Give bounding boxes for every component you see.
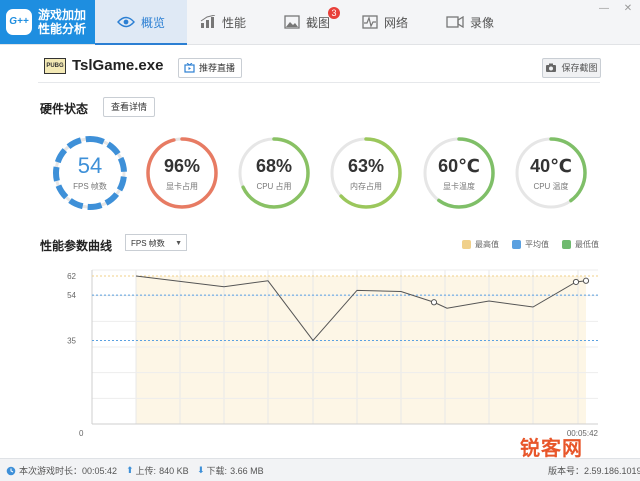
download-label: 下载: xyxy=(206,466,228,476)
play-time-value: 00:05:42 xyxy=(82,465,118,476)
play-time-label: 本次游戏时长： xyxy=(19,466,83,476)
watermark: 锐客网 xyxy=(520,438,583,460)
data-point xyxy=(582,277,590,284)
y-tick-label: 35 xyxy=(67,336,76,345)
y-min-label: 0 xyxy=(79,429,84,438)
upload-arrow-icon: ⬆ xyxy=(126,465,134,475)
y-tick-label: 54 xyxy=(67,291,76,300)
data-point xyxy=(572,278,580,286)
y-tick-label: 62 xyxy=(67,272,76,281)
chart-plot-area xyxy=(136,276,586,424)
status-bar: 本次游戏时长： 00:05:42 ⬆ 上传: 840 KB ⬇ 下载: 3.66… xyxy=(0,458,640,481)
upload-label: 上传: xyxy=(135,466,157,476)
download-arrow-icon: ⬇ xyxy=(197,465,205,475)
version: 版本号： 2.59.186.1019 xyxy=(548,464,640,477)
play-time: 本次游戏时长： 00:05:42 xyxy=(6,464,117,477)
download-stat: ⬇ 下载: 3.66 MB xyxy=(197,464,264,477)
download-value: 3.66 MB xyxy=(230,465,264,476)
version-label: 版本号： xyxy=(548,466,585,476)
version-value: 2.59.186.1019 xyxy=(584,465,640,476)
clock-icon xyxy=(6,466,16,475)
data-point xyxy=(430,299,438,306)
fps-line-chart: 6254350 00:05:42 xyxy=(67,269,599,438)
upload-stat: ⬆ 上传: 840 KB xyxy=(126,464,189,477)
upload-value: 840 KB xyxy=(159,465,189,476)
